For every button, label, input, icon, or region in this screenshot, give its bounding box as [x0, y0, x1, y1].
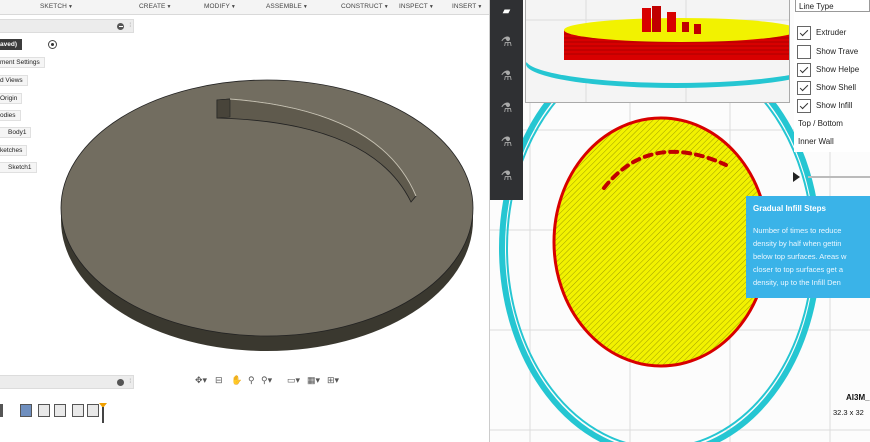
tree-item-body1[interactable]: Body1 — [0, 127, 32, 138]
setting-tooltip: Gradual Infill Steps Number of times to … — [746, 196, 870, 298]
orbit-icon[interactable]: ✥▾ — [195, 375, 207, 386]
open-file-icon[interactable]: ▰ — [497, 2, 516, 21]
slicer-window: ▰ ⚗ ⚗ ⚗ ⚗ ⚗ Line Type Extruder Show Trav… — [490, 0, 870, 442]
show-shell-checkbox[interactable] — [797, 81, 811, 95]
rotate-tool-icon[interactable]: ⚗ — [497, 98, 516, 117]
inspect-menu[interactable]: INSPECT▼ — [399, 3, 434, 10]
comments-panel-header: ⁞ — [0, 375, 134, 389]
show-infill-checkbox[interactable] — [797, 99, 811, 113]
browser-panel-header: ⁞ — [0, 19, 134, 33]
tooltip-body: Number of times to reduce density by hal… — [753, 226, 847, 287]
show-travels-checkbox[interactable] — [797, 45, 811, 59]
display-icon[interactable]: ▭▾ — [287, 375, 300, 386]
show-helpers-option[interactable]: Show Helpe — [797, 63, 870, 78]
tree-item-sketches[interactable]: ketches — [0, 145, 28, 156]
mirror-tool-icon[interactable]: ⚗ — [497, 132, 516, 151]
show-infill-option[interactable]: Show Infill — [797, 99, 870, 114]
look-at-icon[interactable]: ⊟ — [215, 375, 223, 386]
slicer-side-toolbar: ▰ ⚗ ⚗ ⚗ ⚗ ⚗ — [490, 0, 523, 200]
extrude-feature-icon[interactable] — [54, 404, 66, 417]
panel-grip-icon[interactable]: ⁞ — [129, 23, 131, 29]
tree-item-document-settings[interactable]: ment Settings — [0, 57, 45, 68]
construct-menu[interactable]: CONSTRUCT▼ — [341, 3, 389, 10]
cad-window: SKETCH▼ CREATE▼ MODIFY▼ ASSEMBLE▼ CONSTR… — [0, 0, 490, 442]
scale-tool-icon[interactable]: ⚗ — [497, 66, 516, 85]
assemble-menu[interactable]: ASSEMBLE▼ — [266, 3, 308, 10]
line-type-select[interactable]: Line Type — [795, 0, 870, 12]
fit-icon[interactable]: ⚲▾ — [261, 375, 272, 386]
show-shell-option[interactable]: Show Shell — [797, 81, 870, 96]
sketch-feature-icon[interactable] — [20, 404, 32, 417]
panel-grip-icon[interactable]: ⁞ — [129, 379, 131, 385]
extruder-checkbox[interactable] — [797, 26, 811, 40]
extruder-option[interactable]: Extruder — [797, 26, 870, 41]
insert-menu[interactable]: INSERT▼ — [452, 3, 482, 10]
show-travels-option[interactable]: Show Trave — [797, 45, 870, 60]
timeline — [0, 392, 490, 442]
show-helpers-checkbox[interactable] — [797, 63, 811, 77]
pan-icon[interactable]: ✋ — [231, 375, 242, 386]
model-dimensions: 32.3 x 32 — [833, 408, 864, 417]
tree-item-sketch1[interactable]: Sketch1 — [0, 162, 37, 173]
viewports-icon[interactable]: ⊞▾ — [327, 375, 339, 386]
extrude-feature-icon[interactable] — [38, 404, 50, 417]
top-bottom-legend: Top / Bottom — [798, 119, 843, 128]
sketch-menu[interactable]: SKETCH▼ — [40, 3, 73, 10]
fillet-feature-icon[interactable] — [87, 404, 99, 417]
support-blocker-icon[interactable]: ⚗ — [497, 166, 516, 185]
fillet-feature-icon[interactable] — [72, 404, 84, 417]
tree-item-bodies[interactable]: odies — [0, 110, 21, 121]
tree-item-origin[interactable]: Origin — [0, 93, 23, 104]
layer-preview — [525, 0, 790, 103]
raised-wall-end — [216, 98, 231, 119]
layer-slider[interactable] — [808, 176, 870, 178]
activate-radio-icon[interactable] — [48, 40, 57, 49]
inner-wall-legend: Inner Wall — [798, 137, 834, 146]
grid-icon[interactable]: ▦▾ — [307, 375, 320, 386]
zoom-icon[interactable]: ⚲ — [248, 375, 255, 386]
cad-toolbar: SKETCH▼ CREATE▼ MODIFY▼ ASSEMBLE▼ CONSTR… — [0, 0, 490, 15]
part-infill — [552, 116, 770, 368]
collapse-icon[interactable] — [117, 23, 124, 30]
modify-menu[interactable]: MODIFY▼ — [204, 3, 236, 10]
tooltip-title: Gradual Infill Steps — [753, 204, 826, 213]
timeline-marker-icon[interactable] — [99, 403, 107, 423]
tree-root-document[interactable]: aved) — [0, 39, 22, 50]
play-layer-icon[interactable] — [793, 172, 800, 182]
navigation-bar: ✥▾ ⊟ ✋ ⚲ ⚲▾ ▭▾ ▦▾ ⊞▾ — [195, 375, 370, 389]
move-tool-icon[interactable]: ⚗ — [497, 32, 516, 51]
preview-top-infill — [564, 18, 789, 42]
add-comment-icon[interactable] — [117, 379, 124, 386]
model-name: AI3M_ — [846, 393, 870, 402]
tree-item-named-views[interactable]: d Views — [0, 75, 28, 86]
create-menu[interactable]: CREATE▼ — [139, 3, 172, 10]
timeline-start-icon[interactable] — [0, 404, 3, 417]
